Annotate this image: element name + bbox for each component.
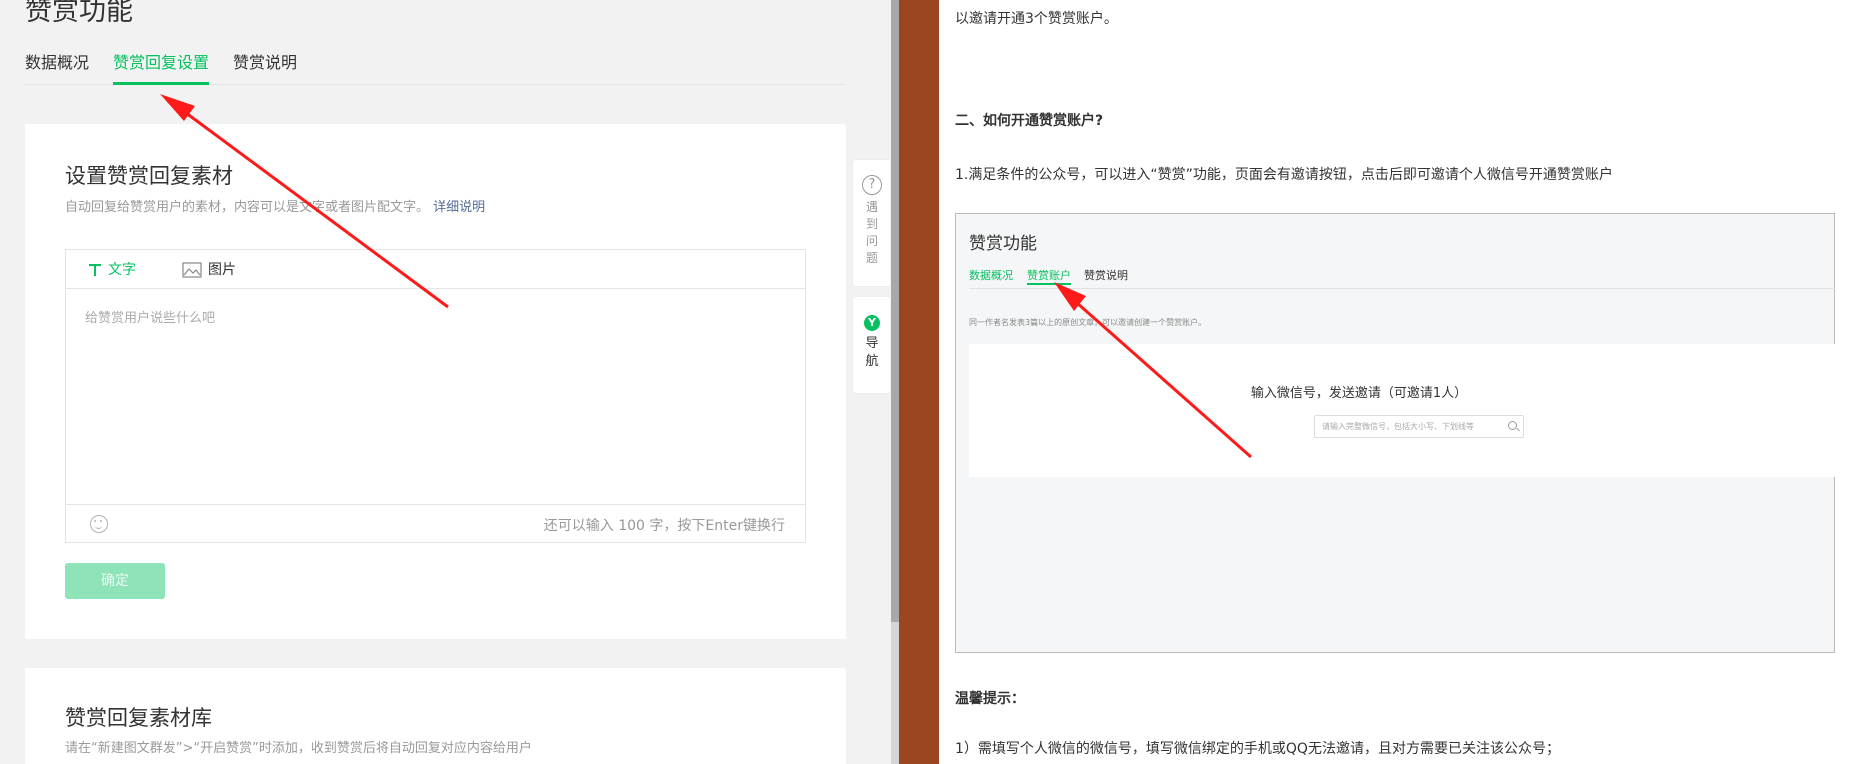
shot-tab-info: 赞赏说明 <box>1084 269 1128 282</box>
section-desc-text: 自动回复给赞赏用户的素材，内容可以是文字或者图片配文字。 <box>65 200 430 215</box>
tab-bar: 数据概况 赞赏回复设置 赞赏说明 <box>25 52 845 85</box>
embedded-screenshot: 赞赏功能 数据概况 赞赏账户 赞赏说明 同一作者名发表3篇以上的原创文章，可以邀… <box>955 213 1835 653</box>
char-counter: 还可以输入 100 字，按下Enter键换行 <box>543 518 785 534</box>
editor-tab-text[interactable]: 文字 <box>88 260 136 280</box>
text-icon <box>89 264 101 276</box>
confirm-button[interactable]: 确定 <box>65 563 165 599</box>
shot-note: 同一作者名发表3篇以上的原创文章，可以邀请创建一个赞赏账户。 <box>969 318 1207 327</box>
section-title: 设置赞赏回复素材 <box>65 164 233 188</box>
left-scrollbar-thumb[interactable] <box>891 0 899 622</box>
tab-reply-settings[interactable]: 赞赏回复设置 <box>113 52 210 85</box>
editor-tab-text-label: 文字 <box>108 262 136 278</box>
help-widget[interactable]: ? 遇到问题 <box>853 160 890 286</box>
shot-tab-overview: 数据概况 <box>969 269 1013 282</box>
nav-label: 导航 <box>865 336 879 369</box>
library-desc: 请在“新建图文群发”>“开启赞赏”时添加，收到赞赏后将自动回复对应内容给用户 <box>65 741 532 756</box>
right-pane: 以邀请开通3个赞赏账户。 二、如何开通赞赏账户? 1.满足条件的公众号，可以进入… <box>939 0 1858 764</box>
editor-tab-image-label: 图片 <box>208 262 236 278</box>
shot-tab-accounts: 赞赏账户 <box>1027 269 1071 285</box>
shot-card-title: 输入微信号，发送邀请（可邀请1人） <box>1250 386 1468 401</box>
material-library-card: 赞赏回复素材库 请在“新建图文群发”>“开启赞赏”时添加，收到赞赏后将自动回复对… <box>25 668 846 764</box>
article-line-top: 以邀请开通3个赞赏账户。 <box>955 11 1118 27</box>
editor-footer: 还可以输入 100 字，按下Enter键换行 <box>66 504 805 542</box>
reply-placeholder: 给赞赏用户说些什么吧 <box>85 311 216 326</box>
shot-input-placeholder: 请输入完整微信号，包括大小写、下划线等 <box>1322 422 1474 431</box>
tip-1: 1）需填写个人微信的微信号，填写微信绑定的手机或QQ无法邀请，且对方需要已关注该… <box>955 741 1560 757</box>
tab-appreciation-info[interactable]: 赞赏说明 <box>233 52 297 74</box>
page-title: 赞赏功能 <box>25 0 133 27</box>
tips-heading: 温馨提示： <box>955 691 1025 707</box>
pane-divider <box>899 0 939 764</box>
shot-wechat-input: 请输入完整微信号，包括大小写、下划线等 <box>1314 415 1524 438</box>
shot-invite-card: 输入微信号，发送邀请（可邀请1人） 请输入完整微信号，包括大小写、下划线等 <box>969 344 1835 477</box>
article-heading-2: 二、如何开通赞赏账户? <box>955 113 1104 129</box>
detail-link[interactable]: 详细说明 <box>433 200 485 215</box>
reply-textarea[interactable]: 给赞赏用户说些什么吧 <box>66 290 805 504</box>
tab-data-overview[interactable]: 数据概况 <box>25 52 89 74</box>
reply-settings-card: 设置赞赏回复素材 自动回复给赞赏用户的素材，内容可以是文字或者图片配文字。 详细… <box>25 124 846 639</box>
editor-tab-image[interactable]: 图片 <box>182 260 236 280</box>
section-desc: 自动回复给赞赏用户的素材，内容可以是文字或者图片配文字。 详细说明 <box>65 199 485 217</box>
nav-icon: Y <box>864 315 880 331</box>
help-label: 遇到问题 <box>865 200 878 265</box>
search-icon <box>1508 421 1517 430</box>
editor-tabs: 文字 图片 <box>66 250 805 289</box>
shot-title: 赞赏功能 <box>969 234 1037 254</box>
left-pane: 赞赏功能 数据概况 赞赏回复设置 赞赏说明 设置赞赏回复素材 自动回复给赞赏用户… <box>0 0 890 764</box>
emoji-icon[interactable] <box>90 515 108 533</box>
help-icon: ? <box>862 175 882 195</box>
image-icon <box>182 262 202 278</box>
article-step-1: 1.满足条件的公众号，可以进入“赞赏”功能，页面会有邀请按钮，点击后即可邀请个人… <box>955 167 1613 183</box>
reply-editor: 文字 图片 给赞赏用户说些什么吧 还可以输入 100 字，按下Enter键换行 <box>65 249 806 543</box>
nav-widget[interactable]: Y 导航 <box>853 297 890 393</box>
shot-tab-bar: 数据概况 赞赏账户 赞赏说明 <box>969 267 1835 289</box>
library-title: 赞赏回复素材库 <box>65 706 212 730</box>
